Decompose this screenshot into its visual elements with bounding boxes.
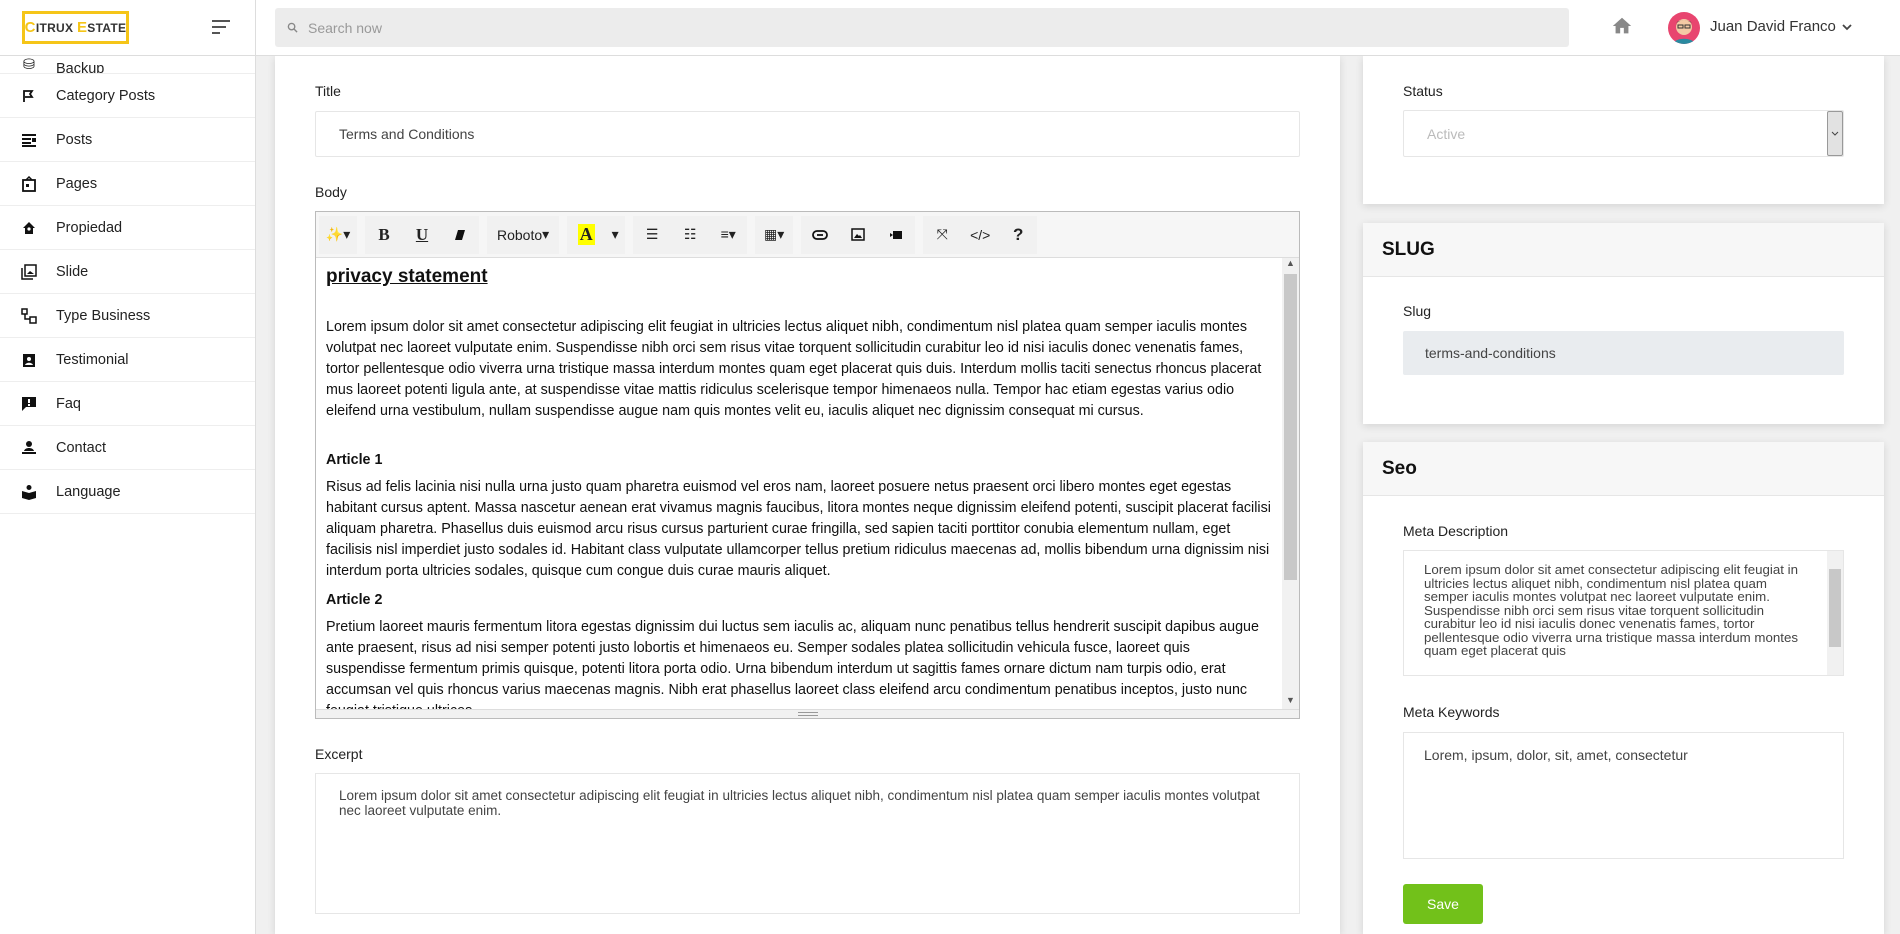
search-input[interactable]: Search now — [275, 8, 1569, 47]
posts-icon — [21, 132, 37, 148]
title-label: Title — [315, 83, 341, 99]
meta-description-textarea[interactable]: Lorem ipsum dolor sit amet consectetur a… — [1403, 550, 1844, 676]
badge-icon — [21, 352, 37, 368]
avatar[interactable] — [1668, 12, 1700, 44]
chevron-down-icon[interactable] — [1840, 20, 1854, 34]
meta-keywords-label: Meta Keywords — [1403, 704, 1500, 720]
eraser-icon[interactable] — [441, 216, 479, 254]
editor-resize-handle[interactable] — [316, 709, 1299, 718]
body-label: Body — [315, 184, 347, 200]
status-select[interactable]: Active — [1403, 110, 1844, 157]
status-card: Status Active — [1363, 56, 1884, 204]
save-button[interactable]: Save — [1403, 884, 1483, 924]
body-editor: ✨▾ B U Roboto ▾ A ▾ ☰ ☷ ≡▾ ▦▾ ⤧ </> ? pr… — [315, 211, 1300, 719]
help-icon[interactable]: ? — [999, 216, 1037, 254]
sidebar-item-language[interactable]: Language — [0, 470, 255, 514]
title-input[interactable]: Terms and Conditions — [315, 111, 1300, 157]
align-icon[interactable]: ≡▾ — [709, 216, 747, 254]
person-icon — [21, 440, 37, 456]
page-form-card: Title Terms and Conditions Body ✨▾ B U R… — [275, 56, 1340, 934]
status-label: Status — [1403, 83, 1443, 99]
sidebar-item-pages[interactable]: Pages — [0, 162, 255, 206]
editor-toolbar: ✨▾ B U Roboto ▾ A ▾ ☰ ☷ ≡▾ ▦▾ ⤧ </> ? — [316, 212, 1299, 258]
editor-content[interactable]: privacy statement Lorem ipsum dolor sit … — [316, 258, 1282, 709]
sidebar-item-propiedad[interactable]: Propiedad — [0, 206, 255, 250]
seo-heading: Seo — [1363, 442, 1884, 496]
slug-card: SLUG Slug terms-and-conditions — [1363, 223, 1884, 424]
nodes-icon — [21, 307, 37, 324]
sidebar-item-posts[interactable]: Posts — [0, 118, 255, 162]
slug-input[interactable]: terms-and-conditions — [1403, 331, 1844, 375]
topbar: C ITRUX E STATE Search now Juan David Fran… — [0, 0, 1900, 56]
video-icon[interactable] — [877, 216, 915, 254]
color-dropdown-icon[interactable]: ▾ — [605, 216, 625, 254]
slug-heading: SLUG — [1363, 223, 1884, 277]
home-icon — [21, 220, 37, 236]
sidebar-item-category-posts[interactable]: Category Posts — [0, 74, 255, 118]
meta-description-label: Meta Description — [1403, 523, 1509, 539]
search-icon — [287, 22, 298, 33]
logo[interactable]: C ITRUX E STATE — [22, 11, 129, 44]
menu-toggle-icon[interactable] — [212, 20, 230, 38]
sidebar: ⛁ Backup Category Posts Posts Pages Propi… — [0, 56, 256, 934]
sidebar-item-faq[interactable]: Faq — [0, 382, 255, 426]
slug-label: Slug — [1403, 303, 1432, 319]
underline-button[interactable]: U — [403, 216, 441, 254]
bold-button[interactable]: B — [365, 216, 403, 254]
seo-card: Seo Meta Description Lorem ipsum dolor s… — [1363, 442, 1884, 934]
link-icon[interactable] — [801, 216, 839, 254]
excerpt-label: Excerpt — [315, 746, 363, 762]
database-icon: ⛁ — [22, 57, 36, 73]
gallery-icon — [21, 263, 37, 280]
text-color-icon[interactable]: A — [567, 216, 605, 254]
fullscreen-icon[interactable]: ⤧ — [923, 216, 961, 254]
meta-keywords-textarea[interactable]: Lorem, ipsum, dolor, sit, amet, consecte… — [1403, 732, 1844, 859]
meta-description-scrollbar[interactable] — [1827, 551, 1843, 675]
table-icon[interactable]: ▦▾ — [755, 216, 793, 254]
sidebar-item-backup[interactable]: ⛁ Backup — [0, 56, 255, 74]
sidebar-item-contact[interactable]: Contact — [0, 426, 255, 470]
image-icon[interactable] — [839, 216, 877, 254]
magic-style-icon[interactable]: ✨▾ — [319, 216, 357, 254]
user-name[interactable]: Juan David Franco — [1710, 18, 1836, 35]
font-family-dropdown[interactable]: Roboto ▾ — [487, 216, 559, 254]
excerpt-textarea[interactable]: Lorem ipsum dolor sit amet consectetur a… — [315, 773, 1300, 914]
chevron-down-icon[interactable] — [1827, 111, 1843, 156]
sidebar-item-slide[interactable]: Slide — [0, 250, 255, 294]
flag-icon — [21, 88, 37, 104]
ordered-list-icon[interactable]: ☷ — [671, 216, 709, 254]
code-view-icon[interactable]: </> — [961, 216, 999, 254]
sidebar-item-type-business[interactable]: Type Business — [0, 294, 255, 338]
pages-icon — [21, 175, 37, 192]
sidebar-item-testimonial[interactable]: Testimonial — [0, 338, 255, 382]
editor-scrollbar[interactable]: ▲ ▼ — [1282, 258, 1299, 709]
book-icon — [21, 484, 37, 500]
home-icon[interactable] — [1611, 15, 1633, 37]
logo-area: C ITRUX E STATE — [0, 0, 256, 56]
feedback-icon — [21, 396, 37, 412]
unordered-list-icon[interactable]: ☰ — [633, 216, 671, 254]
